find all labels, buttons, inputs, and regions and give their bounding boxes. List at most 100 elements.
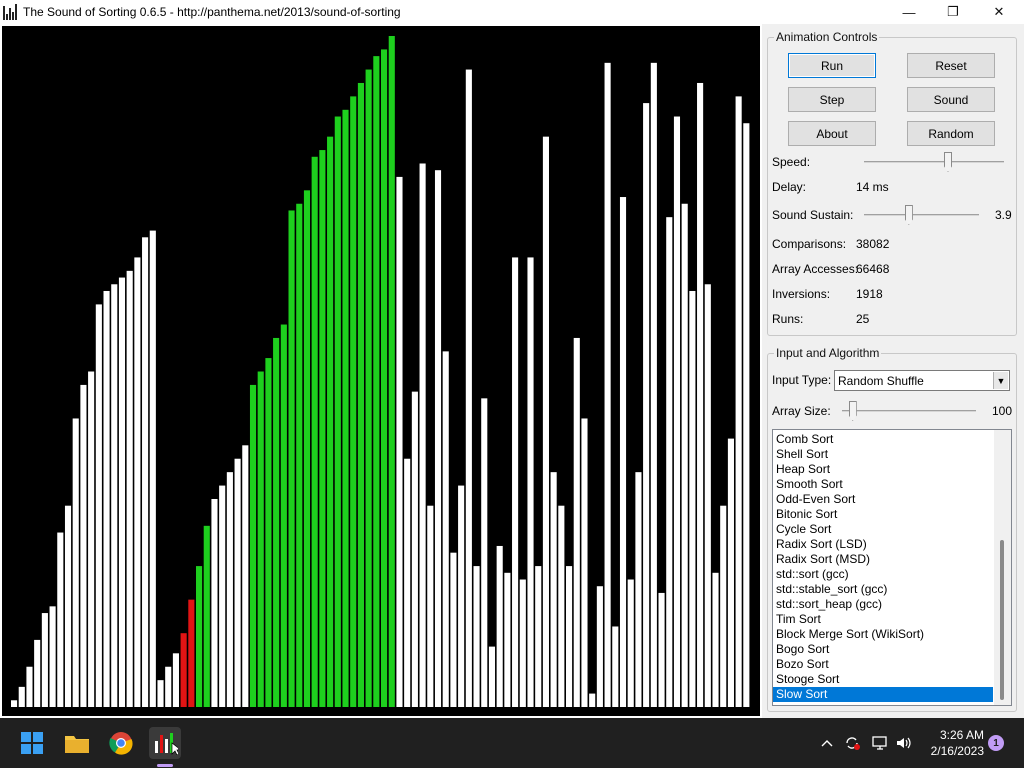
step-button[interactable]: Step: [788, 87, 876, 112]
clock-time: 3:26 AM: [939, 728, 984, 742]
algorithm-list-item[interactable]: Block Merge Sort (WikiSort): [773, 627, 993, 642]
array-size-slider[interactable]: [842, 401, 976, 421]
sound-button[interactable]: Sound: [907, 87, 995, 112]
algorithm-list-item[interactable]: Tim Sort: [773, 612, 993, 627]
array-bar: [566, 566, 573, 707]
algorithm-list[interactable]: Comb Sort Shell Sort Heap Sort Smooth Sort O…: [772, 429, 1012, 706]
title-bar: The Sound of Sorting 0.6.5 - http://pant…: [0, 0, 1024, 24]
speed-slider[interactable]: [864, 152, 1004, 172]
random-button[interactable]: Random: [907, 121, 995, 146]
array-bar: [442, 351, 449, 707]
input-type-select[interactable]: Random Shuffle ▼: [834, 370, 1010, 391]
array-bar: [720, 505, 727, 707]
array-bar: [465, 69, 472, 708]
array-bar: [612, 626, 619, 707]
delay-label: Delay:: [772, 180, 807, 194]
array-bar: [527, 257, 534, 707]
maximize-button[interactable]: ❐: [930, 0, 976, 24]
close-button[interactable]: ✕: [976, 0, 1022, 24]
input-type-value: Random Shuffle: [838, 374, 924, 388]
algorithm-list-item[interactable]: std::stable_sort (gcc): [773, 582, 993, 597]
array-bar: [404, 458, 411, 707]
array-bar: [519, 579, 526, 707]
algorithm-list-item[interactable]: Comb Sort: [773, 432, 993, 447]
array-bar: [350, 96, 357, 707]
reset-button[interactable]: Reset: [907, 53, 995, 78]
runs-label: Runs:: [772, 312, 804, 326]
array-bar: [427, 505, 434, 707]
algorithm-list-items: Comb Sort Shell Sort Heap Sort Smooth Sort O…: [773, 430, 1011, 702]
about-button[interactable]: About: [788, 121, 876, 146]
array-bar: [373, 56, 380, 707]
algorithm-list-item[interactable]: Slow Sort: [773, 687, 993, 702]
sort-visualization-canvas[interactable]: [0, 24, 762, 718]
array-bar: [365, 69, 372, 708]
chrome-icon[interactable]: [105, 727, 137, 759]
algorithm-list-item[interactable]: std::sort_heap (gcc): [773, 597, 993, 612]
array-bar: [488, 646, 496, 707]
array-bar: [327, 136, 334, 707]
algorithm-list-item[interactable]: Cycle Sort: [773, 522, 993, 537]
algorithm-list-item[interactable]: Heap Sort: [773, 462, 993, 477]
algorithm-list-item[interactable]: Bitonic Sort: [773, 507, 993, 522]
network-icon[interactable]: [870, 718, 890, 768]
array-bar: [666, 217, 673, 708]
volume-icon[interactable]: [894, 718, 914, 768]
file-explorer-icon[interactable]: [61, 727, 93, 759]
algorithm-list-item[interactable]: Radix Sort (MSD): [773, 552, 993, 567]
array-bar: [126, 270, 133, 707]
sync-icon[interactable]: [842, 718, 862, 768]
scrollbar-thumb[interactable]: [1000, 540, 1004, 700]
array-bar: [681, 203, 688, 707]
array-bar: [296, 203, 303, 707]
array-bar: [581, 418, 588, 707]
array-bar: [234, 458, 241, 707]
algorithm-list-item[interactable]: Shell Sort: [773, 447, 993, 462]
chevron-down-icon[interactable]: ▼: [993, 372, 1008, 389]
speed-label: Speed:: [772, 155, 811, 169]
chevron-up-icon[interactable]: [818, 718, 836, 768]
algorithm-list-item[interactable]: Stooge Sort: [773, 672, 993, 687]
clock-date: 2/16/2023: [930, 744, 984, 758]
minimize-button[interactable]: —: [886, 0, 932, 24]
array-bar: [512, 257, 519, 707]
sound-sustain-slider-thumb[interactable]: [904, 205, 913, 225]
algorithm-list-item[interactable]: Smooth Sort: [773, 477, 993, 492]
speed-slider-thumb[interactable]: [944, 152, 952, 172]
algorithm-list-scrollbar[interactable]: [994, 430, 1011, 705]
algorithm-list-item[interactable]: Bozo Sort: [773, 657, 993, 672]
array-bar: [280, 324, 287, 707]
active-app-indicator: [157, 764, 173, 767]
sound-of-sorting-taskbar-icon[interactable]: [149, 727, 181, 759]
array-bar: [673, 116, 681, 707]
algorithm-list-item[interactable]: Bogo Sort: [773, 642, 993, 657]
input-type-label: Input Type:: [772, 373, 832, 387]
array-bar: [265, 358, 272, 707]
array-bar: [743, 123, 750, 708]
input-and-algorithm-legend: Input and Algorithm: [776, 346, 880, 360]
run-button[interactable]: Run: [788, 53, 876, 78]
windows-start-icon[interactable]: [16, 727, 48, 759]
array-bar: [157, 680, 164, 707]
sound-sustain-slider[interactable]: [864, 205, 979, 225]
array-bar: [180, 633, 187, 707]
notification-badge[interactable]: 1: [988, 735, 1004, 751]
maximize-icon: ❐: [947, 4, 959, 19]
clock[interactable]: 3:26 AM 2/16/2023: [931, 727, 984, 759]
array-bar: [735, 96, 742, 707]
control-panel: Animation Controls Run Reset Step Sound …: [762, 24, 1024, 718]
algorithm-list-item[interactable]: Radix Sort (LSD): [773, 537, 993, 552]
array-bar: [80, 384, 87, 707]
inversions-value: 1918: [856, 287, 883, 301]
array-size-value: 100: [992, 404, 1013, 418]
array-bar: [643, 103, 650, 708]
algorithm-list-item[interactable]: Odd-Even Sort: [773, 492, 993, 507]
array-bar: [64, 505, 72, 707]
array-bar: [596, 586, 603, 707]
array-bar: [203, 525, 210, 707]
array-bar: [249, 384, 257, 707]
array-size-slider-thumb[interactable]: [848, 401, 857, 421]
array-bar: [604, 62, 611, 707]
array-bar: [219, 485, 226, 707]
algorithm-list-item[interactable]: std::sort (gcc): [773, 567, 993, 582]
